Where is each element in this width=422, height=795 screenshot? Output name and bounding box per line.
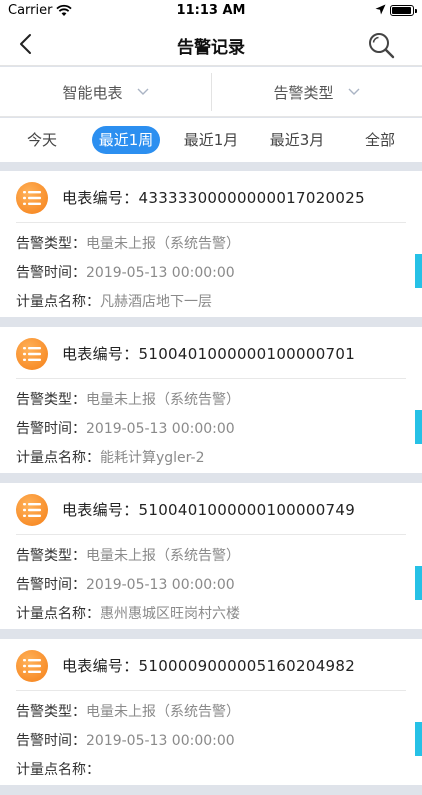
alarm-time-value: 2019-05-13 00:00:00 (86, 421, 235, 437)
alarm-time-row: 告警时间：2019-05-13 00:00:00 (16, 418, 235, 438)
location-arrow-icon (375, 4, 386, 15)
tab-today[interactable]: 今天 (14, 126, 70, 154)
card-divider (16, 690, 406, 691)
meter-number-value: 5100009000005160204982 (138, 657, 356, 675)
alarm-type-value: 电量未上报（系统告警） (86, 704, 240, 720)
card-divider (16, 378, 406, 379)
side-marker (415, 410, 422, 444)
metering-point-label: 计量点名称： (16, 762, 100, 778)
side-marker (415, 566, 422, 600)
meter-filter-dropdown[interactable]: 智能电表 (0, 67, 211, 117)
meter-number-value: 5100401000000100000749 (138, 501, 356, 519)
alarm-type-label: 告警类型： (16, 236, 86, 252)
alarm-time-value: 2019-05-13 00:00:00 (86, 733, 235, 749)
list-icon (16, 494, 48, 526)
alarm-time-value: 2019-05-13 00:00:00 (86, 265, 235, 281)
alarm-type-value: 电量未上报（系统告警） (86, 548, 240, 564)
alarm-type-filter-label: 告警类型 (273, 83, 334, 102)
meter-number-value: 43333300000000017020025 (138, 189, 365, 207)
card-divider (16, 222, 406, 223)
status-time: 11:13 AM (176, 3, 246, 18)
metering-point-label: 计量点名称： (16, 450, 100, 466)
alarm-record-card[interactable]: 电表编号：5100401000000100000701 告警类型：电量未上报（系… (0, 327, 422, 473)
alarm-time-label: 告警时间： (16, 733, 86, 749)
meter-number: 电表编号：5100401000000100000701 (62, 343, 355, 364)
alarm-time-label: 告警时间： (16, 577, 86, 593)
metering-point-value: 凡赫酒店地下一层 (100, 294, 212, 310)
alarm-type-row: 告警类型：电量未上报（系统告警） (16, 233, 240, 253)
page-title: 告警记录 (177, 38, 245, 58)
meter-number-label: 电表编号： (62, 657, 139, 675)
meter-number-label: 电表编号： (62, 501, 139, 519)
meter-number: 电表编号：43333300000000017020025 (62, 187, 365, 208)
alarm-time-label: 告警时间： (16, 421, 86, 437)
chevron-down-icon (348, 88, 359, 95)
alarm-record-card[interactable]: 电表编号：5100009000005160204982 告警类型：电量未上报（系… (0, 639, 422, 785)
tab-last-3-months[interactable]: 最近3月 (262, 126, 332, 154)
alarm-type-label: 告警类型： (16, 704, 86, 720)
alarm-type-row: 告警类型：电量未上报（系统告警） (16, 701, 240, 721)
metering-point-value: 能耗计算ygler-2 (100, 450, 205, 466)
metering-point-value: 惠州惠城区旺岗村六楼 (100, 606, 240, 622)
filter-bar: 智能电表 告警类型 (0, 67, 422, 117)
alarm-type-row: 告警类型：电量未上报（系统告警） (16, 545, 240, 565)
tab-all[interactable]: 全部 (354, 126, 406, 154)
meter-number: 电表编号：5100401000000100000749 (62, 499, 355, 520)
alarm-time-row: 告警时间：2019-05-13 00:00:00 (16, 262, 235, 282)
meter-number-label: 电表编号： (62, 345, 139, 363)
meter-number-value: 5100401000000100000701 (138, 345, 356, 363)
alarm-type-filter-dropdown[interactable]: 告警类型 (211, 67, 422, 117)
alarm-type-label: 告警类型： (16, 548, 86, 564)
alarm-type-value: 电量未上报（系统告警） (86, 236, 240, 252)
alarm-type-value: 电量未上报（系统告警） (86, 392, 240, 408)
alarm-record-list: 电表编号：43333300000000017020025 告警类型：电量未上报（… (0, 171, 422, 795)
alarm-type-row: 告警类型：电量未上报（系统告警） (16, 389, 240, 409)
side-marker (415, 722, 422, 756)
time-range-tabs: 今天 最近1周 最近1月 最近3月 全部 (0, 118, 422, 162)
meter-number-label: 电表编号： (62, 189, 139, 207)
list-icon (16, 338, 48, 370)
metering-point-row: 计量点名称：惠州惠城区旺岗村六楼 (16, 603, 240, 623)
alarm-time-row: 告警时间：2019-05-13 00:00:00 (16, 730, 235, 750)
search-icon[interactable] (366, 30, 396, 60)
metering-point-row: 计量点名称： (16, 759, 100, 779)
tab-last-week[interactable]: 最近1周 (92, 126, 160, 154)
metering-point-label: 计量点名称： (16, 294, 100, 310)
alarm-time-value: 2019-05-13 00:00:00 (86, 577, 235, 593)
nav-bar: 告警记录 (0, 22, 422, 66)
meter-number: 电表编号：5100009000005160204982 (62, 655, 355, 676)
alarm-time-label: 告警时间： (16, 265, 86, 281)
status-bar: Carrier 11:13 AM (0, 0, 422, 22)
alarm-record-card[interactable]: 电表编号：5100401000000100000749 告警类型：电量未上报（系… (0, 483, 422, 629)
meter-filter-label: 智能电表 (62, 83, 123, 102)
list-icon (16, 182, 48, 214)
alarm-record-card[interactable]: 电表编号：43333300000000017020025 告警类型：电量未上报（… (0, 171, 422, 317)
tab-last-month[interactable]: 最近1月 (178, 126, 244, 154)
list-icon (16, 650, 48, 682)
battery-icon (390, 5, 417, 16)
metering-point-row: 计量点名称：能耗计算ygler-2 (16, 447, 205, 467)
card-divider (16, 534, 406, 535)
metering-point-row: 计量点名称：凡赫酒店地下一层 (16, 291, 212, 311)
alarm-time-row: 告警时间：2019-05-13 00:00:00 (16, 574, 235, 594)
chevron-down-icon (137, 88, 148, 95)
metering-point-label: 计量点名称： (16, 606, 100, 622)
alarm-type-label: 告警类型： (16, 392, 86, 408)
side-marker (415, 254, 422, 288)
